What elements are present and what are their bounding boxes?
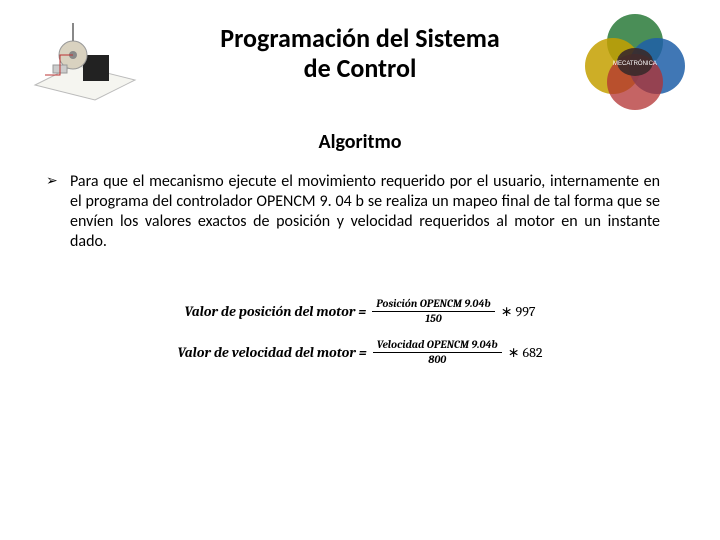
eq2-fraction: Velocidad OPENCM 9.04b 800	[373, 339, 502, 366]
mechanism-icon	[25, 15, 145, 105]
mechatronics-venn-icon: MECATRÓNICA	[575, 10, 695, 110]
equation-position: Valor de posición del motor = Posición O…	[185, 298, 536, 325]
title-line-1: Programación del Sistema	[220, 22, 499, 54]
eq1-denominator: 150	[421, 313, 446, 325]
eq2-lhs: Valor de velocidad del motor =	[177, 344, 366, 361]
slide-title: Programación del Sistema de Control	[150, 24, 570, 84]
svg-text:MECATRÓNICA: MECATRÓNICA	[613, 60, 657, 67]
eq1-multiplier: ∗ 997	[501, 303, 536, 320]
equations-block: Valor de posición del motor = Posición O…	[0, 298, 720, 366]
eq2-numerator: Velocidad OPENCM 9.04b	[373, 339, 502, 351]
body-paragraph-container: ➢ Para que el mecanismo ejecute el movim…	[0, 172, 720, 252]
mechanism-image	[20, 10, 150, 110]
venn-image: MECATRÓNICA	[570, 10, 700, 110]
title-line-2: de Control	[304, 52, 417, 84]
eq1-lhs: Valor de posición del motor =	[185, 303, 367, 320]
body-paragraph: Para que el mecanismo ejecute el movimie…	[70, 172, 660, 251]
eq1-numerator: Posición OPENCM 9.04b	[372, 298, 494, 310]
slide-header: Programación del Sistema de Control MECA…	[0, 0, 720, 110]
title-block: Programación del Sistema de Control	[150, 10, 570, 84]
slide-subtitle: Algoritmo	[0, 130, 720, 154]
eq2-multiplier: ∗ 682	[508, 344, 543, 361]
eq1-fraction: Posición OPENCM 9.04b 150	[372, 298, 494, 325]
bullet-icon: ➢	[46, 172, 58, 190]
eq2-denominator: 800	[424, 354, 450, 366]
equation-velocity: Valor de velocidad del motor = Velocidad…	[177, 339, 542, 366]
